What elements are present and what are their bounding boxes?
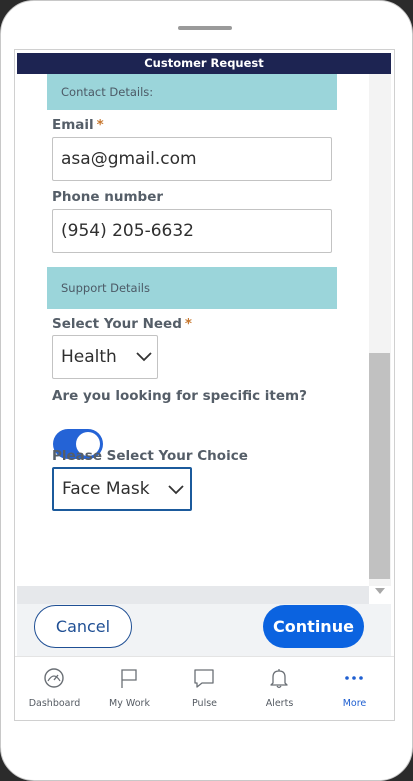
need-select-value: Health: [61, 347, 117, 367]
need-label-text: Select Your Need: [52, 316, 182, 332]
chevron-down-icon: [168, 485, 184, 495]
need-label: Select Your Need *: [52, 316, 192, 332]
nav-label: Alerts: [265, 698, 294, 709]
nav-label: Dashboard: [28, 698, 81, 709]
flag-icon: [121, 669, 137, 688]
content-bottom-bar: [17, 586, 369, 604]
continue-button[interactable]: Continue: [263, 605, 364, 648]
nav-label: Pulse: [191, 698, 218, 709]
required-marker: *: [96, 117, 104, 133]
specific-item-label: Are you looking for specific item?: [52, 388, 307, 404]
speaker-grille: [178, 26, 232, 30]
email-label: Email *: [52, 117, 104, 133]
chat-icon: [194, 669, 214, 688]
app-screen: Customer Request Contact Details: Email *…: [14, 49, 395, 721]
email-field[interactable]: asa@gmail.com: [52, 137, 332, 181]
section-contact-details: Contact Details:: [47, 74, 337, 110]
action-bar: Cancel Continue: [17, 604, 391, 656]
nav-item-pulse[interactable]: Pulse: [167, 657, 242, 720]
need-select[interactable]: Health: [52, 335, 158, 379]
scroll-down-arrow-icon[interactable]: [375, 588, 385, 594]
phone-label: Phone number: [52, 189, 164, 205]
nav-item-my-work[interactable]: My Work: [92, 657, 167, 720]
nav-item-dashboard[interactable]: Dashboard: [17, 657, 92, 720]
nav-label: My Work: [109, 698, 150, 709]
dashboard-icon: [44, 668, 64, 688]
required-marker: *: [184, 316, 192, 332]
nav-item-alerts[interactable]: Alerts: [242, 657, 317, 720]
email-label-text: Email: [52, 117, 94, 133]
section-support-details: Support Details: [47, 267, 337, 309]
nav-label: More: [342, 698, 367, 709]
choice-select[interactable]: Face Mask: [52, 467, 192, 511]
bottom-nav: Dashboard My Work Pulse Alerts More: [15, 656, 394, 720]
bell-icon: [270, 669, 288, 689]
phone-frame: Customer Request Contact Details: Email *…: [0, 0, 413, 781]
choice-label: Please Select Your Choice: [52, 448, 248, 464]
phone-field[interactable]: (954) 205-6632: [52, 209, 332, 253]
page-title: Customer Request: [17, 53, 391, 74]
nav-item-more[interactable]: More: [317, 657, 392, 720]
more-icon: [345, 676, 363, 680]
scrollbar-thumb[interactable]: [369, 353, 390, 579]
form-content: Contact Details: Email * asa@gmail.com Ph…: [17, 74, 369, 586]
choice-select-value: Face Mask: [62, 479, 150, 499]
cancel-button[interactable]: Cancel: [34, 605, 132, 648]
chevron-down-icon: [136, 352, 152, 362]
